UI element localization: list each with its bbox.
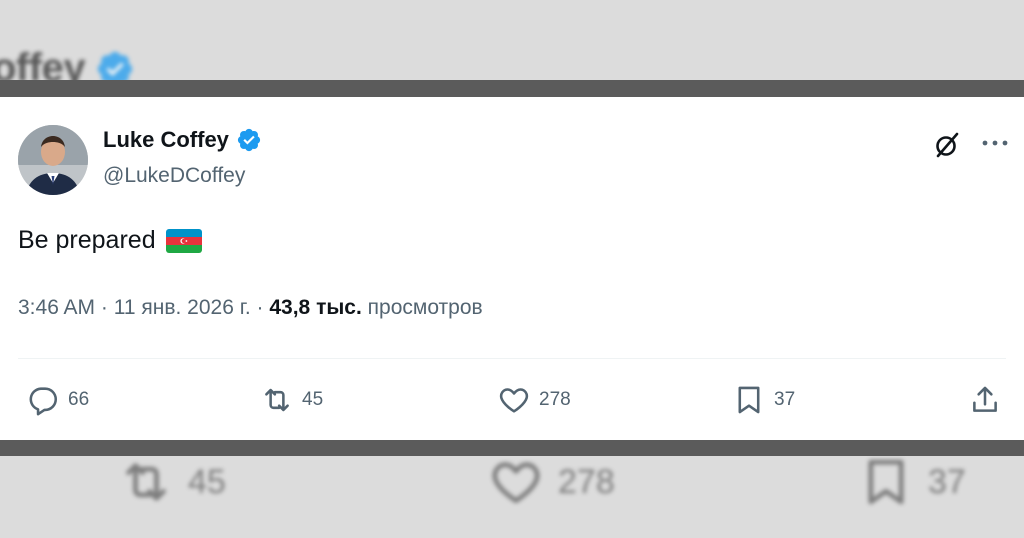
background-bookmark-icon (868, 459, 904, 505)
views-label: просмотров (367, 296, 483, 319)
reply-icon (29, 387, 57, 416)
author-name[interactable]: Luke Coffey (103, 127, 229, 153)
background-retweet-icon (126, 463, 166, 501)
azerbaijan-flag-icon (165, 228, 202, 253)
bookmark-count: 37 (774, 389, 796, 410)
tweet-time[interactable]: 3:46 AM (18, 296, 95, 319)
tweet-text: Be prepared (18, 226, 202, 255)
bookmark-icon (738, 386, 760, 414)
author-name-row: Luke Coffey (103, 127, 262, 153)
more-icon[interactable] (980, 131, 1010, 155)
top-band (0, 80, 1024, 97)
bookmark-button[interactable]: 37 (732, 383, 795, 417)
avatar[interactable] (18, 125, 88, 195)
tweet-meta: 3:46 AM · 11 янв. 2026 г. · 43,8 тыс. пр… (18, 296, 483, 320)
grok-icon[interactable] (932, 130, 962, 160)
bottom-band (0, 440, 1024, 456)
share-icon[interactable] (968, 383, 1002, 417)
reply-button[interactable]: 66 (26, 383, 89, 417)
background-bookmark-stat: 37 (858, 454, 966, 510)
tweet-date[interactable]: 11 янв. 2026 г. (114, 296, 251, 319)
author-handle[interactable]: @LukeDCoffey (103, 164, 245, 188)
like-count: 278 (539, 389, 571, 410)
like-button[interactable]: 278 (497, 383, 571, 417)
meta-separator: · (256, 296, 264, 319)
background-retweet-stat: 45 (118, 454, 226, 510)
tweet-text-content: Be prepared (18, 226, 156, 254)
retweet-button[interactable]: 45 (260, 383, 323, 417)
avatar-image (18, 125, 88, 195)
verified-badge-icon[interactable] (236, 127, 262, 153)
background-like-icon (492, 462, 540, 503)
retweet-icon (265, 388, 289, 412)
meta-separator: · (100, 296, 108, 319)
divider (18, 358, 1006, 359)
views-count[interactable]: 43,8 тыс. (269, 296, 361, 319)
reply-count: 66 (68, 389, 90, 410)
like-icon (499, 388, 529, 413)
background-like-stat: 278 (488, 454, 615, 510)
retweet-count: 45 (302, 389, 324, 410)
background-stats: 45 278 37 (0, 448, 1024, 508)
